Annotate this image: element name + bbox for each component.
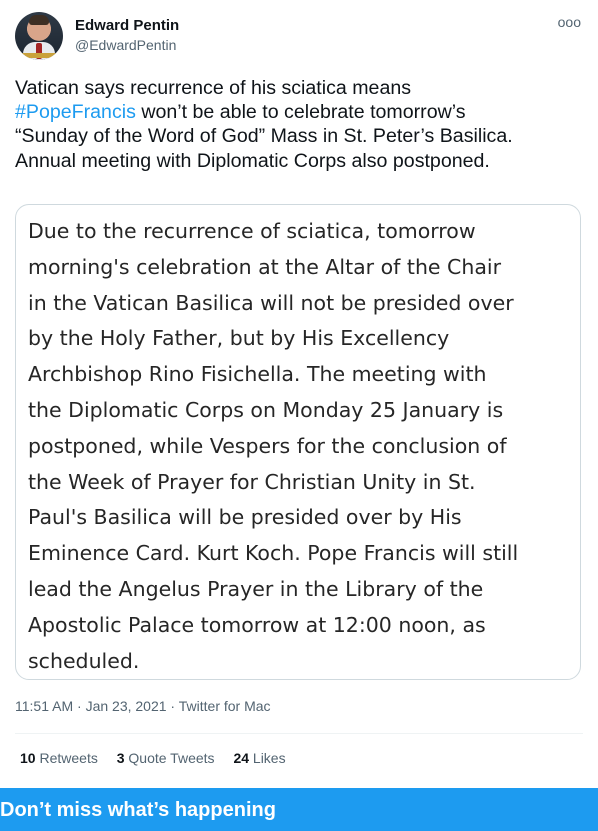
- image-text-line: lead the Angelus Prayer in the Library o…: [28, 576, 484, 601]
- image-text-line: the Week of Prayer for Christian Unity i…: [28, 469, 476, 494]
- image-text-line: the Diplomatic Corps on Monday 25 Januar…: [28, 397, 504, 422]
- tweet-line-4: Annual meeting with Diplomatic Corps als…: [15, 149, 490, 172]
- image-text-line: Archbishop Rino Fisichella. The meeting …: [28, 362, 487, 387]
- author-name[interactable]: Edward Pentin: [75, 17, 179, 34]
- tweet-date[interactable]: Jan 23, 2021: [86, 698, 167, 714]
- tweet-source[interactable]: Twitter for Mac: [179, 698, 271, 714]
- more-icon[interactable]: ooo: [558, 14, 581, 30]
- image-text-line: in the Vatican Basilica will not be pres…: [28, 290, 514, 315]
- retweets-stat[interactable]: 10 Retweets: [20, 750, 98, 766]
- retweets-count: 10: [20, 750, 36, 766]
- signup-banner[interactable]: Don’t miss what’s happening: [0, 788, 598, 831]
- tweet-text: Vatican says recurrence of his sciatica …: [15, 76, 587, 173]
- attached-image[interactable]: Due to the recurrence of sciatica, tomor…: [15, 204, 581, 680]
- image-text-line: Apostolic Palace tomorrow at 12:00 noon,…: [28, 612, 486, 637]
- attached-image-text: Due to the recurrence of sciatica, tomor…: [28, 214, 576, 679]
- image-text-line: scheduled.: [28, 648, 140, 673]
- quote-tweets-count: 3: [116, 750, 125, 766]
- hashtag-link[interactable]: #PopeFrancis: [15, 101, 136, 123]
- image-text-line: postponed, while Vespers for the conclus…: [28, 433, 507, 458]
- meta-separator: ·: [73, 698, 86, 714]
- divider: [15, 733, 583, 734]
- image-text-line: Eminence Card. Kurt Koch. Pope Francis w…: [28, 541, 519, 566]
- tweet-stats: 10 Retweets 3 Quote Tweets 24 Likes: [20, 750, 301, 766]
- tweet-line-2-rest: won’t be able to celebrate tomorrow’s: [135, 101, 466, 124]
- tweet-header: Edward Pentin @EdwardPentin ooo: [15, 12, 583, 60]
- image-text-line: by the Holy Father, but by His Excellenc…: [28, 326, 450, 351]
- retweets-label: Retweets: [39, 750, 98, 766]
- tweet-meta: 11:51 AM · Jan 23, 2021 · Twitter for Ma…: [15, 698, 271, 714]
- avatar[interactable]: [15, 12, 63, 60]
- tweet-page: Edward Pentin @EdwardPentin ooo Vatican …: [0, 0, 598, 831]
- image-text-line: Due to the recurrence of sciatica, tomor…: [28, 219, 476, 243]
- avatar-banner: [15, 53, 63, 58]
- tweet-time[interactable]: 11:51 AM: [15, 698, 73, 714]
- tweet-line-3: “Sunday of the Word of God” Mass in St. …: [15, 125, 513, 148]
- quote-tweets-stat[interactable]: 3 Quote Tweets: [117, 750, 215, 766]
- signup-banner-text: Don’t miss what’s happening: [0, 799, 276, 821]
- image-text-line: morning's celebration at the Altar of th…: [28, 254, 502, 279]
- tweet-line-1: Vatican says recurrence of his sciatica …: [15, 77, 412, 99]
- tweet-line-2: #PopeFrancis won’t be able to celebrate …: [15, 100, 587, 124]
- avatar-hair: [29, 15, 49, 25]
- author-handle[interactable]: @EdwardPentin: [75, 37, 176, 53]
- image-text-line: Paul's Basilica will be presided over by…: [28, 505, 462, 530]
- likes-count: 24: [233, 750, 250, 766]
- likes-stat[interactable]: 24 Likes: [233, 750, 285, 766]
- quote-tweets-label: Quote Tweets: [128, 750, 215, 766]
- likes-label: Likes: [252, 750, 286, 766]
- meta-separator: ·: [166, 698, 179, 714]
